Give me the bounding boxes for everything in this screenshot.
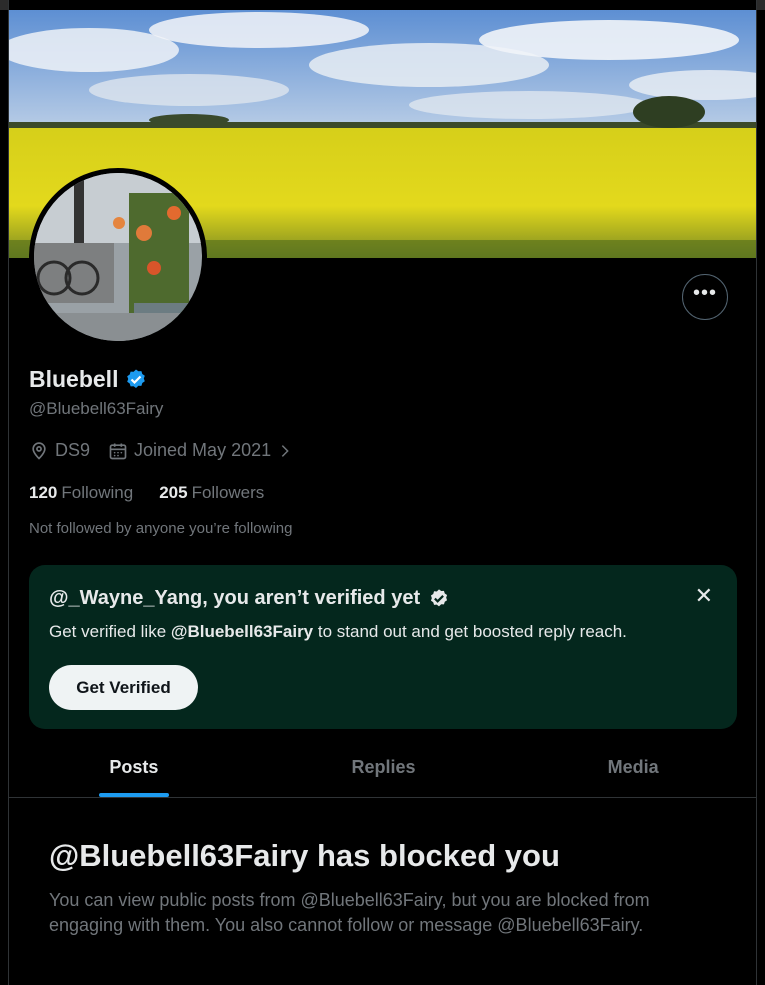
tab-media-label: Media: [607, 757, 659, 777]
calendar-icon: [109, 443, 127, 459]
blocked-title: @Bluebell63Fairy has blocked you: [49, 838, 560, 873]
profile-meta: DS9 Joined May 2021: [29, 440, 311, 461]
blocked-description: You can view public posts from @Bluebell…: [49, 890, 650, 935]
profile-handle: @Bluebell63Fairy: [29, 399, 164, 418]
tab-replies-label: Replies: [351, 757, 416, 777]
verification-title: @_Wayne_Yang, you aren’t verified yet: [49, 587, 450, 610]
join-date[interactable]: Joined May 2021: [108, 440, 293, 461]
verification-description: Get verified like @Bluebell63Fairy to st…: [49, 622, 627, 642]
verified-badge-icon: [431, 588, 448, 606]
verification-title-text: @_Wayne_Yang, you aren’t verified yet: [49, 587, 421, 609]
follow-stats: 120 Following 205 Followers: [29, 483, 290, 503]
tab-posts-label: Posts: [109, 757, 159, 777]
more-options-button[interactable]: •••: [682, 274, 728, 320]
tab-replies[interactable]: Replies: [259, 738, 509, 797]
following-count: 120: [29, 483, 58, 502]
profile-tabs: Posts Replies Media: [9, 738, 756, 798]
followers-link[interactable]: 205 Followers: [159, 483, 264, 503]
tab-posts[interactable]: Posts: [9, 738, 259, 797]
followers-count: 205: [159, 483, 188, 502]
join-date-text: Joined May 2021: [134, 440, 272, 460]
verification-prompt: @_Wayne_Yang, you aren’t verified yet ✕ …: [29, 565, 737, 729]
verification-desc-handle: @Bluebell63Fairy: [170, 622, 314, 641]
close-icon[interactable]: ✕: [695, 583, 713, 609]
location-text: DS9: [55, 440, 91, 460]
profile-page: ••• Bluebell @Bluebell63Fairy DS9 Joined…: [8, 0, 757, 985]
followers-label: Followers: [191, 483, 265, 502]
chevron-right-icon: [281, 444, 289, 457]
active-tab-indicator: [98, 793, 169, 797]
location-pin-icon: [32, 441, 46, 460]
verification-desc-prefix: Get verified like: [49, 622, 171, 641]
profile-name: Bluebell: [29, 366, 119, 392]
location: DS9: [29, 440, 90, 461]
more-horizontal-icon: •••: [692, 282, 717, 304]
profile-avatar[interactable]: [29, 168, 207, 346]
profile-name-row: Bluebell: [29, 366, 148, 393]
not-followed-note: Not followed by anyone you’re following: [29, 520, 293, 537]
following-link[interactable]: 120 Following: [29, 483, 133, 503]
get-verified-button[interactable]: Get Verified: [49, 665, 198, 710]
verification-desc-suffix: to stand out and get boosted reply reach…: [313, 622, 627, 641]
following-label: Following: [61, 483, 134, 502]
tab-media[interactable]: Media: [508, 738, 756, 797]
verified-badge-icon[interactable]: [124, 368, 148, 392]
